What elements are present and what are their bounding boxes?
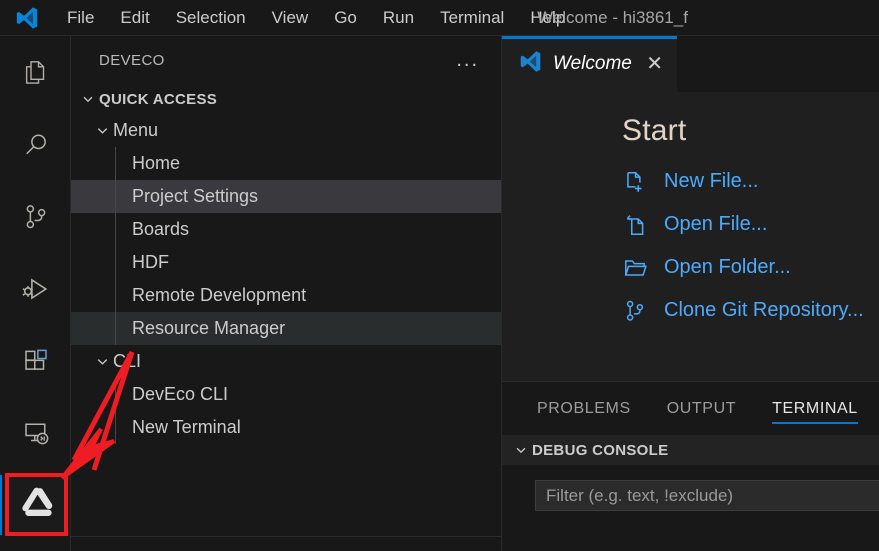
start-action-label: Open File... [664, 213, 767, 236]
tab-active-border [502, 36, 677, 39]
run-debug-icon [20, 274, 51, 305]
menu-run[interactable]: Run [370, 5, 427, 31]
debug-console-header[interactable]: DEBUG CONSOLE [502, 435, 879, 465]
activity-item-remote-explorer[interactable] [0, 403, 71, 463]
vscode-window: File Edit Selection View Go Run Terminal… [0, 0, 879, 551]
chevron-down-icon [91, 123, 113, 138]
indent-guide [115, 246, 116, 279]
sidebar-item-new-terminal[interactable]: New Terminal [71, 411, 501, 444]
start-action-open-file[interactable]: Open File... [622, 203, 879, 246]
start-actions-list: New File... Open File... [622, 160, 879, 332]
menu-edit[interactable]: Edit [107, 5, 162, 31]
extensions-icon [21, 346, 51, 376]
sidebar-item-deveco-cli[interactable]: DevEco CLI [71, 378, 501, 411]
chevron-down-icon [77, 92, 99, 106]
chevron-down-icon [91, 354, 113, 369]
debug-console-label: DEBUG CONSOLE [532, 442, 668, 459]
bottom-panel: PROBLEMS OUTPUT TERMINAL DEBUG CONSOLE [502, 381, 879, 551]
panel-tab-bar: PROBLEMS OUTPUT TERMINAL [502, 381, 879, 435]
sidebar-item-label: Resource Manager [132, 318, 285, 339]
activity-item-extensions[interactable] [0, 331, 71, 391]
indent-guide [115, 279, 116, 312]
vscode-logo-icon [518, 49, 543, 79]
sidebar-title: DEVECO [99, 52, 165, 69]
sidebar-item-label: New Terminal [132, 417, 241, 438]
activity-item-search[interactable] [0, 115, 71, 175]
menu-view[interactable]: View [259, 5, 322, 31]
vscode-logo-icon [0, 5, 54, 31]
side-bar: DEVECO ... QUICK ACCESS Menu Home Projec… [71, 36, 502, 551]
tab-welcome[interactable]: Welcome ✕ [502, 36, 677, 92]
start-action-new-file[interactable]: New File... [622, 160, 879, 203]
sidebar-section-label: QUICK ACCESS [99, 91, 217, 108]
start-action-label: Open Folder... [664, 256, 791, 279]
sidebar-group-label: CLI [113, 351, 141, 372]
title-bar: File Edit Selection View Go Run Terminal… [0, 0, 879, 36]
editor-area: Welcome ✕ Start New File... [502, 36, 879, 551]
start-action-label: New File... [664, 170, 758, 193]
sidebar-item-label: Remote Development [132, 285, 306, 306]
activity-item-explorer[interactable] [0, 43, 71, 103]
sidebar-item-boards[interactable]: Boards [71, 213, 501, 246]
sidebar-item-label: Boards [132, 219, 189, 240]
debug-console-body [502, 465, 879, 511]
search-icon [21, 130, 51, 160]
start-action-label: Clone Git Repository... [664, 299, 864, 322]
tab-label: Welcome [553, 53, 636, 75]
new-file-icon [622, 169, 648, 195]
remote-explorer-icon [21, 418, 51, 448]
sidebar-group-cli[interactable]: CLI [71, 345, 501, 378]
sidebar-group-menu[interactable]: Menu [71, 114, 501, 147]
sidebar-group-label: Menu [113, 120, 158, 141]
menu-selection[interactable]: Selection [163, 5, 259, 31]
more-actions-icon[interactable]: ... [456, 55, 479, 65]
close-icon[interactable]: ✕ [646, 54, 663, 74]
menu-bar[interactable]: File Edit Selection View Go Run Terminal… [54, 5, 578, 31]
sidebar-item-label: Project Settings [132, 186, 258, 207]
editor-tab-bar: Welcome ✕ [502, 36, 879, 92]
chevron-down-icon [510, 443, 532, 457]
welcome-page: Start New File... [502, 92, 879, 381]
start-action-clone-git-repository[interactable]: Clone Git Repository... [622, 289, 879, 332]
indent-guide [115, 378, 116, 411]
source-control-icon [21, 202, 51, 232]
panel-tab-output[interactable]: OUTPUT [667, 382, 736, 436]
indent-guide [115, 180, 116, 213]
activity-item-deveco[interactable] [5, 473, 68, 536]
sidebar-item-hdf[interactable]: HDF [71, 246, 501, 279]
indent-guide [115, 213, 116, 246]
deveco-logo-icon [17, 482, 57, 527]
sidebar-header: DEVECO ... [71, 36, 501, 84]
sidebar-item-resource-manager[interactable]: Resource Manager [71, 312, 501, 345]
sidebar-item-label: HDF [132, 252, 169, 273]
git-clone-icon [622, 298, 648, 324]
panel-tab-problems[interactable]: PROBLEMS [537, 382, 631, 436]
indent-guide [115, 312, 116, 345]
indent-guide [115, 411, 116, 444]
activity-active-indicator [0, 475, 2, 535]
activity-item-run-and-debug[interactable] [0, 259, 71, 319]
open-folder-icon [622, 255, 648, 281]
sidebar-item-home[interactable]: Home [71, 147, 501, 180]
sidebar-item-project-settings[interactable]: Project Settings [71, 180, 501, 213]
menu-terminal[interactable]: Terminal [427, 5, 517, 31]
menu-help[interactable]: Help [517, 5, 578, 31]
sidebar-divider [71, 536, 501, 537]
activity-item-source-control[interactable] [0, 187, 71, 247]
open-file-icon [622, 212, 648, 238]
start-heading: Start [622, 92, 879, 148]
menu-go[interactable]: Go [321, 5, 370, 31]
sidebar-section-quick-access[interactable]: QUICK ACCESS [71, 84, 501, 114]
start-action-open-folder[interactable]: Open Folder... [622, 246, 879, 289]
sidebar-item-label: Home [132, 153, 180, 174]
panel-tab-terminal[interactable]: TERMINAL [772, 382, 858, 436]
menu-file[interactable]: File [54, 5, 107, 31]
sidebar-item-remote-development[interactable]: Remote Development [71, 279, 501, 312]
files-icon [21, 58, 51, 88]
indent-guide [115, 147, 116, 180]
debug-filter-input[interactable] [535, 480, 879, 511]
sidebar-item-label: DevEco CLI [132, 384, 228, 405]
